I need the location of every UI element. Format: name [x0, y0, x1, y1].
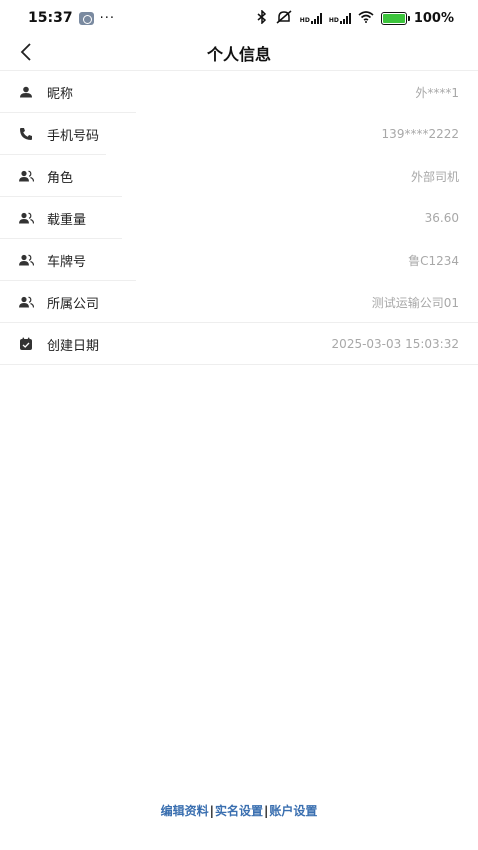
footer-links: 编辑资料|实名设置|账户设置	[0, 802, 478, 819]
row-created-date: 创建日期 2025-03-03 15:03:32	[0, 323, 478, 365]
account-settings-link[interactable]: 账户设置	[269, 804, 317, 818]
row-nickname: 昵称 外****1	[0, 71, 478, 113]
info-list: 昵称 外****1 手机号码 139****2222 角色 外部司机 载重量 3…	[0, 70, 478, 365]
status-right: HD HD 100%	[256, 8, 454, 27]
chevron-left-icon	[20, 43, 31, 61]
status-left: 15:37 ···	[28, 10, 115, 26]
row-phone: 手机号码 139****2222	[0, 113, 478, 155]
row-role: 角色 外部司机	[0, 155, 478, 197]
person-icon	[18, 84, 34, 100]
row-value: 鲁C1234	[408, 253, 459, 268]
app-notification-icon	[78, 11, 94, 25]
row-company: 所属公司 测试运输公司01	[0, 281, 478, 323]
screen: 15:37 ··· HD HD 100% 个人信息 昵称 外****1 手机号码…	[0, 0, 478, 850]
phone-icon	[18, 126, 34, 142]
real-name-settings-link[interactable]: 实名设置	[215, 804, 263, 818]
row-label: 所属公司	[47, 296, 100, 312]
bluetooth-icon	[256, 8, 268, 27]
more-notifications-icon: ···	[99, 10, 115, 26]
row-label: 昵称	[47, 86, 74, 102]
battery-percent: 100%	[413, 10, 454, 26]
people-icon	[18, 168, 34, 184]
row-label: 角色	[47, 170, 74, 186]
row-label: 创建日期	[47, 338, 100, 354]
status-time: 15:37	[28, 10, 73, 26]
people-icon	[18, 210, 34, 226]
row-divider	[0, 364, 478, 365]
nav-bar: 个人信息	[0, 36, 478, 70]
row-value: 36.60	[424, 211, 459, 225]
page-title: 个人信息	[206, 45, 271, 64]
wifi-icon	[358, 10, 374, 26]
signal-1-icon: HD	[299, 12, 322, 24]
edit-profile-link[interactable]: 编辑资料	[161, 804, 209, 818]
mute-alarm-icon	[275, 9, 293, 27]
people-icon	[18, 252, 34, 268]
battery-fill	[382, 13, 405, 23]
people-icon	[18, 294, 34, 310]
calendar-icon	[18, 336, 34, 352]
row-plate-number: 车牌号 鲁C1234	[0, 239, 478, 281]
status-bar: 15:37 ··· HD HD 100%	[0, 0, 478, 36]
row-value: 139****2222	[381, 127, 459, 141]
back-button[interactable]	[12, 38, 40, 66]
signal-2-tag: HD	[328, 16, 339, 24]
row-value: 外部司机	[410, 169, 459, 184]
signal-1-tag: HD	[299, 16, 310, 24]
signal-2-icon: HD	[328, 12, 351, 24]
row-label: 手机号码	[47, 128, 100, 144]
row-label: 车牌号	[47, 254, 87, 270]
row-value: 2025-03-03 15:03:32	[331, 337, 459, 351]
row-label: 载重量	[47, 212, 87, 228]
battery-icon	[380, 11, 410, 25]
row-value: 外****1	[415, 85, 459, 100]
row-load-capacity: 载重量 36.60	[0, 197, 478, 239]
row-value: 测试运输公司01	[371, 295, 459, 310]
